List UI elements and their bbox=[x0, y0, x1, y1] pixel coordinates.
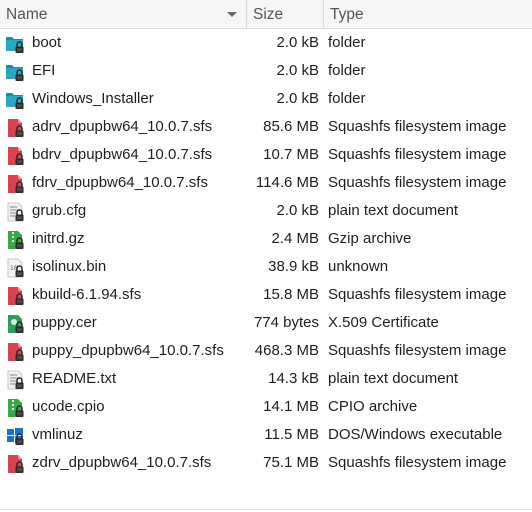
column-header-size-label: Size bbox=[253, 6, 284, 23]
file-type: X.509 Certificate bbox=[328, 314, 439, 331]
file-size: 114.6 MB bbox=[255, 174, 319, 191]
squashfs-icon bbox=[5, 454, 25, 474]
file-row[interactable]: Windows_Installer 2.0 kB folder bbox=[0, 85, 532, 113]
file-type: folder bbox=[328, 90, 366, 107]
file-size: 2.0 kB bbox=[276, 34, 319, 51]
divider bbox=[0, 509, 532, 510]
file-size: 2.4 MB bbox=[271, 230, 319, 247]
column-header: Name Size Type bbox=[0, 0, 532, 29]
file-type: Squashfs filesystem image bbox=[328, 454, 507, 471]
file-name: boot bbox=[32, 34, 62, 51]
file-name: grub.cfg bbox=[32, 202, 87, 219]
file-size: 2.0 kB bbox=[276, 90, 319, 107]
column-header-type-label: Type bbox=[330, 6, 364, 23]
file-row[interactable]: initrd.gz 2.4 MB Gzip archive bbox=[0, 225, 532, 253]
column-header-type[interactable]: Type bbox=[323, 0, 532, 28]
file-type: folder bbox=[328, 62, 366, 79]
file-size: 15.8 MB bbox=[263, 286, 319, 303]
file-name: README.txt bbox=[32, 370, 117, 387]
file-name: puppy.cer bbox=[32, 314, 97, 331]
folder-icon bbox=[5, 62, 25, 82]
file-name: adrv_dpupbw64_10.0.7.sfs bbox=[32, 118, 213, 135]
file-name: zdrv_dpupbw64_10.0.7.sfs bbox=[32, 454, 212, 471]
file-size: 75.1 MB bbox=[263, 454, 319, 471]
file-row[interactable]: vmlinuz 11.5 MB DOS/Windows executable bbox=[0, 421, 532, 449]
folder-icon bbox=[5, 90, 25, 110]
squashfs-icon bbox=[5, 146, 25, 166]
file-type: Squashfs filesystem image bbox=[328, 118, 507, 135]
squashfs-icon bbox=[5, 342, 25, 362]
file-row[interactable]: puppy.cer 774 bytes X.509 Certificate bbox=[0, 309, 532, 337]
file-name: fdrv_dpupbw64_10.0.7.sfs bbox=[32, 174, 208, 191]
file-row[interactable]: boot 2.0 kB folder bbox=[0, 29, 532, 57]
certificate-icon bbox=[5, 314, 25, 334]
archive-icon bbox=[5, 230, 25, 250]
file-size: 2.0 kB bbox=[276, 62, 319, 79]
file-row[interactable]: ucode.cpio 14.1 MB CPIO archive bbox=[0, 393, 532, 421]
squashfs-icon bbox=[5, 118, 25, 138]
file-size: 2.0 kB bbox=[276, 202, 319, 219]
file-type: Squashfs filesystem image bbox=[328, 286, 507, 303]
file-type: Squashfs filesystem image bbox=[328, 174, 507, 191]
binary-file-icon: 10 bbox=[5, 258, 25, 278]
file-row[interactable]: puppy_dpupbw64_10.0.7.sfs 468.3 MB Squashf… bbox=[0, 337, 532, 365]
file-type: unknown bbox=[328, 258, 389, 275]
squashfs-icon bbox=[5, 174, 25, 194]
file-size: 468.3 MB bbox=[254, 342, 319, 359]
file-row[interactable]: 10 isolinux.bin 38.9 kB unknown bbox=[0, 253, 532, 281]
archive-icon bbox=[5, 398, 25, 418]
column-header-name-label: Name bbox=[6, 6, 48, 23]
text-file-icon bbox=[5, 202, 25, 222]
file-row[interactable]: zdrv_dpupbw64_10.0.7.sfs 75.1 MB Squashfs … bbox=[0, 449, 532, 477]
file-row[interactable]: kbuild-6.1.94.sfs 15.8 MB Squashfs filesys… bbox=[0, 281, 532, 309]
file-type: CPIO archive bbox=[328, 398, 418, 415]
file-size: 14.3 kB bbox=[268, 370, 319, 387]
file-row[interactable]: bdrv_dpupbw64_10.0.7.sfs 10.7 MB Squashfs … bbox=[0, 141, 532, 169]
windows-executable-icon bbox=[5, 426, 25, 446]
text-file-icon bbox=[5, 370, 25, 390]
squashfs-icon bbox=[5, 286, 25, 306]
file-type: plain text document bbox=[328, 202, 459, 219]
folder-icon bbox=[5, 34, 25, 54]
file-type: Squashfs filesystem image bbox=[328, 146, 507, 163]
file-size: 10.7 MB bbox=[263, 146, 319, 163]
file-size: 38.9 kB bbox=[268, 258, 319, 275]
file-row[interactable]: adrv_dpupbw64_10.0.7.sfs 85.6 MB Squashfs … bbox=[0, 113, 532, 141]
file-row[interactable]: README.txt 14.3 kB plain text document bbox=[0, 365, 532, 393]
file-size: 14.1 MB bbox=[263, 398, 319, 415]
file-name: initrd.gz bbox=[32, 230, 85, 247]
file-name: vmlinuz bbox=[32, 426, 83, 443]
sort-descending-icon bbox=[227, 12, 237, 17]
file-size: 85.6 MB bbox=[263, 118, 319, 135]
file-name: kbuild-6.1.94.sfs bbox=[32, 286, 142, 303]
file-name: puppy_dpupbw64_10.0.7.sfs bbox=[32, 342, 224, 359]
file-type: Gzip archive bbox=[328, 230, 412, 247]
file-type: plain text document bbox=[328, 370, 459, 387]
file-row[interactable]: grub.cfg 2.0 kB plain text document bbox=[0, 197, 532, 225]
file-name: EFI bbox=[32, 62, 56, 79]
file-name: ucode.cpio bbox=[32, 398, 105, 415]
file-name: Windows_Installer bbox=[32, 90, 154, 107]
file-size: 774 bytes bbox=[253, 314, 319, 331]
file-type: folder bbox=[328, 34, 366, 51]
file-row[interactable]: fdrv_dpupbw64_10.0.7.sfs 114.6 MB Squashfs… bbox=[0, 169, 532, 197]
file-name: isolinux.bin bbox=[32, 258, 107, 275]
file-type: Squashfs filesystem image bbox=[328, 342, 507, 359]
file-name: bdrv_dpupbw64_10.0.7.sfs bbox=[32, 146, 213, 163]
file-list: boot 2.0 kB folder EFI 2.0 kB folder Windows_I… bbox=[0, 29, 532, 477]
file-row[interactable]: EFI 2.0 kB folder bbox=[0, 57, 532, 85]
column-header-size[interactable]: Size bbox=[246, 0, 322, 28]
file-type: DOS/Windows executable bbox=[328, 426, 503, 443]
file-size: 11.5 MB bbox=[264, 426, 319, 443]
column-header-name[interactable]: Name bbox=[0, 0, 245, 28]
